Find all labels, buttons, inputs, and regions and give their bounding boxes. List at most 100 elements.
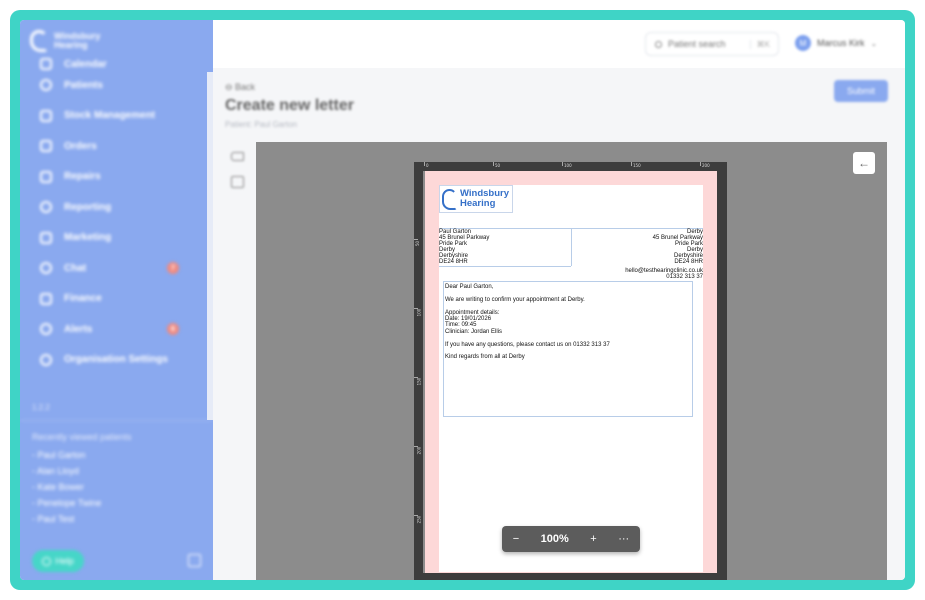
question-icon xyxy=(42,556,52,566)
sidebar-divider xyxy=(20,420,213,421)
tag-icon xyxy=(230,151,244,161)
ruler-tick xyxy=(424,162,425,166)
sidebar-item-label: Stock Management xyxy=(64,110,156,122)
recent-patients-list: - Paul Garton - Alan Lloyd - Kate Bower … xyxy=(32,450,101,530)
sidebar-item-chat[interactable]: Chat 7 xyxy=(20,253,207,284)
sidebar-nav: Calendar Patients Stock Management Order… xyxy=(20,58,207,375)
submit-button[interactable]: Submit xyxy=(834,80,888,102)
ear-logo-icon xyxy=(442,188,457,210)
recent-patient-link[interactable]: - Kate Bower xyxy=(32,482,101,498)
app-frame: Windsbury Hearing Calendar Patients Stoc… xyxy=(10,10,915,590)
card-icon xyxy=(40,292,52,305)
sidebar-item-finance[interactable]: Finance xyxy=(20,284,207,315)
more-options-button[interactable]: ··· xyxy=(618,533,629,545)
letter-page-bleed: Windsbury Hearing Paul Garton 45 Brunel … xyxy=(425,171,717,573)
page-title: Create new letter xyxy=(225,97,354,114)
ruler-tick xyxy=(414,239,418,240)
orders-icon xyxy=(40,140,52,153)
ruler-vertical: 50 100 150 200 250 xyxy=(414,171,423,580)
ruler-label: 200 xyxy=(416,446,422,455)
ruler-tick xyxy=(631,162,632,166)
sidebar-item-label: Reporting xyxy=(64,201,112,213)
user-menu[interactable]: M Marcus Kirk ⌄ xyxy=(795,35,877,51)
ear-logo-icon xyxy=(30,30,48,52)
help-button[interactable]: Help xyxy=(32,550,84,572)
sidebar-item-orders[interactable]: Orders xyxy=(20,131,207,162)
image-icon xyxy=(230,176,244,188)
chart-icon xyxy=(40,201,52,214)
chat-badge: 7 xyxy=(167,262,179,275)
recipient-line: DE24 8HR xyxy=(439,259,468,266)
recipient-address-block[interactable]: Paul Garton 45 Brunel Parkway Pride Park… xyxy=(439,228,571,267)
letter-page[interactable]: Windsbury Hearing Paul Garton 45 Brunel … xyxy=(439,185,703,572)
sidebar-item-label: Finance xyxy=(64,293,102,305)
sidebar-item-label: Patients xyxy=(64,79,103,91)
sidebar-item-stock-management[interactable]: Stock Management xyxy=(20,101,207,132)
letter-logo[interactable]: Windsbury Hearing xyxy=(439,185,513,213)
sender-phone: 01332 313 37 xyxy=(666,274,703,281)
page-subtitle: Patient: Paul Garton xyxy=(225,120,298,129)
sidebar-item-label: Organisation Settings xyxy=(64,354,168,366)
text-tool-button[interactable] xyxy=(227,146,247,166)
sender-address-block[interactable]: Derby 45 Brunel Parkway Pride Park Derby… xyxy=(571,228,703,266)
avatar: M xyxy=(795,35,811,51)
sidebar-item-label: Marketing xyxy=(64,232,112,244)
image-tool-button[interactable] xyxy=(227,172,247,192)
patient-search-input[interactable]: Patient search ⌘K xyxy=(645,32,779,56)
help-label: Help xyxy=(55,556,74,566)
sidebar-item-organisation-settings[interactable]: Organisation Settings xyxy=(20,345,207,376)
zoom-level: 100% xyxy=(540,533,569,545)
sidebar-item-label: Chat xyxy=(64,262,87,274)
recent-patient-link[interactable]: - Paul Garton xyxy=(32,450,101,466)
mail-icon xyxy=(40,231,52,244)
top-bar: Patient search ⌘K M Marcus Kirk ⌄ xyxy=(213,20,905,68)
sidebar-item-alerts[interactable]: Alerts 6 xyxy=(20,314,207,345)
sidebar-item-calendar[interactable]: Calendar xyxy=(20,58,207,70)
gear-icon xyxy=(40,353,52,366)
canvas-border-bottom xyxy=(423,573,717,580)
back-link[interactable]: ⊖ Back xyxy=(225,82,255,93)
recent-patient-link[interactable]: - Paul Test xyxy=(32,514,101,530)
sender-contact-block[interactable]: hello@testhearingclinic.co.uk 01332 313 … xyxy=(625,268,703,280)
alerts-badge: 6 xyxy=(167,323,179,336)
zoom-toolbar: − 100% + ··· xyxy=(502,526,640,552)
recent-patient-link[interactable]: - Alan Lloyd xyxy=(32,466,101,482)
logo-text-line2: Hearing xyxy=(54,40,88,50)
chat-icon xyxy=(40,262,52,275)
version-label: 1.2.2 xyxy=(32,403,50,412)
ruler-tick xyxy=(562,162,563,166)
sidebar-item-label: Repairs xyxy=(64,171,101,183)
app-window: Windsbury Hearing Calendar Patients Stoc… xyxy=(20,20,905,580)
sidebar-item-patients[interactable]: Patients xyxy=(20,70,207,101)
ruler-tick xyxy=(493,162,494,166)
ruler-label: 50 xyxy=(415,240,421,247)
sidebar-item-repairs[interactable]: Repairs xyxy=(20,162,207,193)
editor-tool-rail xyxy=(227,146,249,198)
sidebar-item-marketing[interactable]: Marketing xyxy=(20,223,207,254)
zoom-out-button[interactable]: − xyxy=(513,533,519,545)
arrow-left-icon: ← xyxy=(858,156,870,170)
canvas-border-right xyxy=(717,171,727,580)
sidebar: Windsbury Hearing Calendar Patients Stoc… xyxy=(20,20,213,580)
ruler-label: 150 xyxy=(416,377,422,386)
ruler-label: 200 xyxy=(702,163,710,168)
chevron-down-icon: ⌄ xyxy=(870,38,878,48)
stock-icon xyxy=(40,109,52,122)
collapse-panel-button[interactable]: ← xyxy=(853,152,875,174)
ruler-label: 250 xyxy=(416,515,422,524)
ruler-label: 0 xyxy=(426,163,429,168)
sidebar-item-reporting[interactable]: Reporting xyxy=(20,192,207,223)
sidebar-logo[interactable]: Windsbury Hearing xyxy=(30,30,100,52)
letter-logo-line2: Hearing xyxy=(460,198,496,209)
ruler-horizontal: 0 50 100 150 200 xyxy=(414,162,727,171)
patients-icon xyxy=(40,79,52,92)
back-label: Back xyxy=(235,82,256,92)
sidebar-item-label: Orders xyxy=(64,140,97,152)
wrench-icon xyxy=(40,170,52,183)
search-shortcut: ⌘K xyxy=(749,39,770,49)
recent-patient-link[interactable]: - Penelope Twine xyxy=(32,498,101,514)
back-arrow-icon: ⊖ xyxy=(225,82,236,92)
zoom-in-button[interactable]: + xyxy=(590,533,596,545)
collapse-sidebar-icon[interactable] xyxy=(188,554,201,567)
letter-body[interactable]: Dear Paul Garton, We are writing to conf… xyxy=(443,281,693,417)
